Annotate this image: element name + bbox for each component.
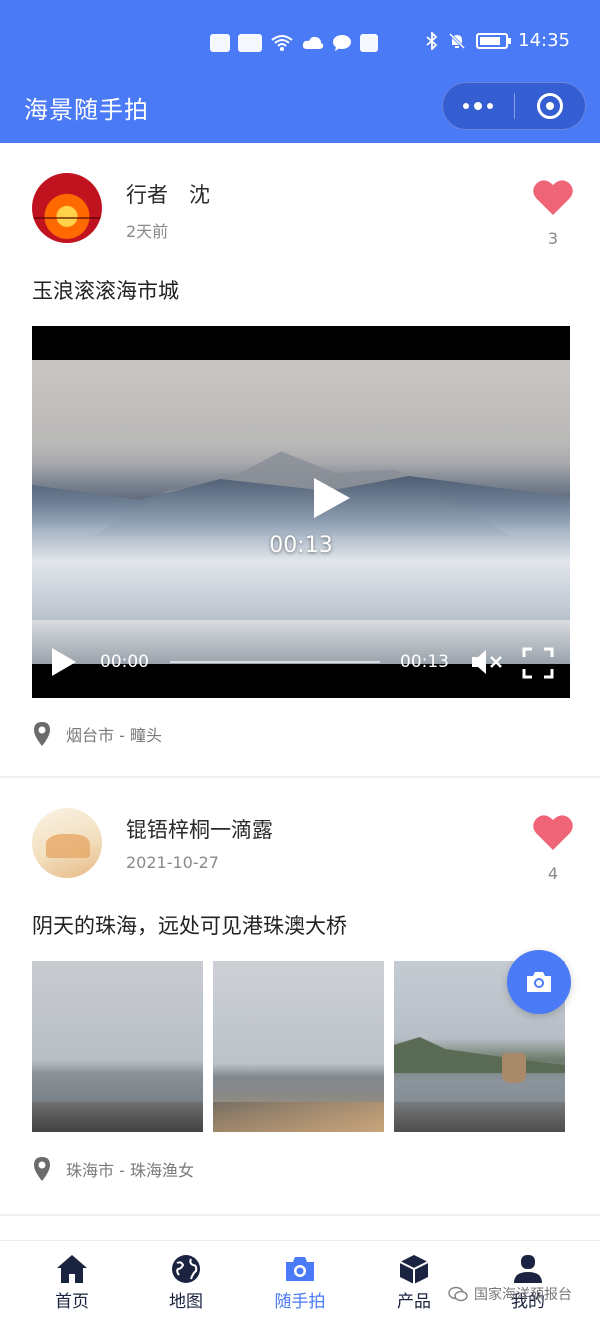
- camera-icon: [286, 1257, 314, 1281]
- like-heart-icon[interactable]: [532, 812, 574, 852]
- home-icon: [57, 1255, 87, 1283]
- mute-icon[interactable]: [470, 648, 504, 676]
- box-icon: [399, 1255, 429, 1284]
- video-controls: 00:00 00:13: [32, 642, 570, 682]
- like-count: 3: [547, 229, 559, 248]
- video-frame: [32, 360, 570, 664]
- cloud-icon: [302, 36, 324, 49]
- page-title: 海景随手拍: [24, 96, 149, 124]
- video-player[interactable]: 00:13 00:00 00:13: [32, 326, 570, 698]
- target-icon: [536, 93, 563, 119]
- avatar[interactable]: [32, 173, 102, 243]
- post-location[interactable]: 烟台市 - 疃头: [32, 721, 162, 747]
- location-text: 烟台市 - 疃头: [66, 726, 162, 745]
- fullscreen-icon[interactable]: [522, 647, 554, 679]
- tab-snapshot[interactable]: 随手拍: [250, 1253, 350, 1317]
- camera-fab-button[interactable]: [507, 950, 571, 1014]
- battery-icon: [476, 32, 512, 49]
- tab-home[interactable]: 首页: [22, 1253, 122, 1317]
- camera-icon: [527, 972, 551, 992]
- post-divider: [0, 1214, 600, 1216]
- status-right: 14:35: [426, 30, 570, 51]
- play-control-icon[interactable]: [50, 646, 78, 678]
- post-photo[interactable]: [32, 961, 203, 1132]
- like-heart-icon[interactable]: [532, 177, 574, 217]
- video-duration: 00:13: [269, 533, 333, 558]
- tab-label: 地图: [169, 1292, 203, 1312]
- user-icon: [514, 1255, 542, 1283]
- hd-icon: [210, 34, 230, 52]
- avatar[interactable]: [32, 808, 102, 878]
- tab-label: 随手拍: [274, 1292, 326, 1312]
- watermark: 国家海洋预报台: [448, 1284, 572, 1304]
- status-icons: [210, 34, 378, 52]
- post-text: 阴天的珠海，远处可见港珠澳大桥: [32, 914, 347, 938]
- tab-label: 首页: [55, 1292, 89, 1312]
- location-pin-icon: [34, 1157, 50, 1181]
- post-username[interactable]: 锟铻梓桐一滴露: [126, 814, 273, 844]
- tab-bar: 首页 地图 随手拍 产品 我的: [0, 1240, 600, 1320]
- chat-icon: [333, 35, 351, 51]
- post-card: 行者 沈 2天前 3 玉浪滚滚海市城 00:13 00:00 00:13 烟台市…: [0, 143, 600, 776]
- video-progress-bar[interactable]: [170, 661, 380, 663]
- location-pin-icon: [34, 722, 50, 746]
- bluetooth-icon: [426, 31, 438, 50]
- post-text: 玉浪滚滚海市城: [32, 279, 179, 303]
- tab-map[interactable]: 地图: [136, 1253, 236, 1317]
- status-bar: 14:35: [0, 30, 600, 60]
- post-location[interactable]: 珠海市 - 珠海渔女: [32, 1156, 194, 1182]
- mute-bell-icon: [449, 32, 466, 49]
- globe-icon: [172, 1255, 200, 1283]
- like-count: 4: [547, 864, 559, 883]
- post-photo[interactable]: [213, 961, 384, 1132]
- video-current-time: 00:00: [100, 652, 149, 672]
- 5g-signal-icon: [238, 34, 262, 52]
- close-mini-program-button[interactable]: [515, 83, 586, 129]
- post-time: 2021-10-27: [126, 853, 219, 872]
- tab-label: 产品: [397, 1292, 431, 1312]
- location-text: 珠海市 - 珠海渔女: [66, 1161, 194, 1180]
- post-time: 2天前: [126, 222, 169, 241]
- wifi-icon: [271, 35, 293, 51]
- video-total-time: 00:13: [400, 652, 449, 672]
- play-icon[interactable]: [312, 476, 352, 520]
- app-header: 14:35 海景随手拍: [0, 0, 600, 143]
- wechat-watermark-icon: [448, 1286, 468, 1302]
- mini-program-capsule: [442, 82, 586, 130]
- watermark-text: 国家海洋预报台: [474, 1287, 572, 1303]
- status-time: 14:35: [518, 30, 570, 51]
- more-menu-button[interactable]: [443, 83, 514, 129]
- post-username[interactable]: 行者 沈: [126, 179, 210, 209]
- app-icon: [360, 34, 378, 52]
